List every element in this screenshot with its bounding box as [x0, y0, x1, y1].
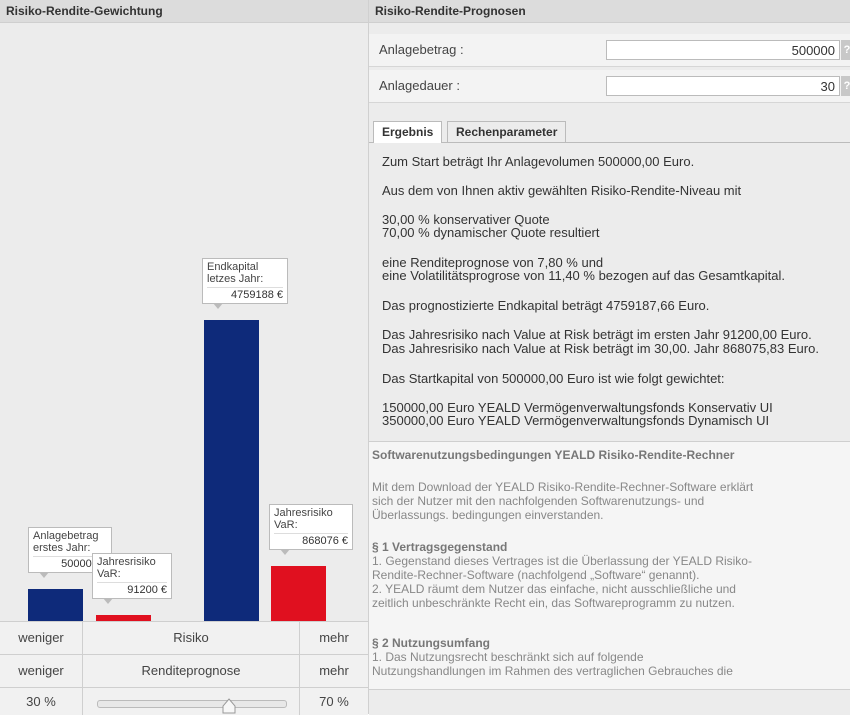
chart-bar	[28, 589, 83, 621]
result-line: Das Jahresrisiko nach Value at Risk betr…	[382, 327, 812, 342]
return-row: weniger Renditeprognose mehr	[0, 654, 368, 687]
terms-section-1-line: Rendite-Rechner-Software (nachfolgend „S…	[372, 568, 700, 582]
slider-thumb[interactable]	[222, 694, 236, 714]
chart-bar	[204, 320, 259, 621]
risk-label: Risiko	[83, 622, 300, 654]
duration-label: Anlagedauer :	[379, 78, 460, 93]
tooltip-label: VaR:	[274, 519, 298, 531]
return-label: Renditeprognose	[83, 655, 300, 687]
terms-section-1-line: zeitlich unbeschränkte Recht ein, das So…	[372, 596, 735, 610]
tooltip-label: Endkapital	[207, 261, 259, 273]
allocation-slider[interactable]	[83, 688, 300, 715]
result-line: Das prognostizierte Endkapital beträgt 4…	[382, 298, 710, 313]
tooltip-label: Jahresrisiko	[97, 556, 156, 568]
slider-dynamic-label: 70 %	[319, 694, 349, 709]
allocation-slider-row: 30 % 70 %	[0, 687, 368, 715]
risk-return-weighting-panel: Risiko-Rendite-Gewichtung Anlagebetrag er…	[0, 0, 369, 715]
duration-row: Anlagedauer : 30 ?	[369, 70, 850, 103]
slider-conservative-label: 30 %	[0, 688, 83, 715]
bar-value-tooltip: Endkapital letzes Jahr: 4759188 €	[202, 258, 288, 309]
result-line: Zum Start beträgt Ihr Anlagevolumen 5000…	[382, 154, 695, 169]
bar-value-tooltip: Jahresrisiko VaR: 868076 €	[269, 504, 353, 555]
terms-intro-line: Mit dem Download der YEALD Risiko-Rendit…	[372, 480, 754, 494]
result-line: 70,00 % dynamischer Quote resultiert	[382, 225, 600, 240]
tooltip-value: 4759188 €	[207, 287, 283, 301]
terms-section-1-line: 1. Gegenstand dieses Vertrages ist die Ü…	[372, 554, 752, 568]
right-panel-header: Risiko-Rendite-Prognosen	[369, 0, 850, 23]
tooltip-label: Anlagebetrag	[33, 530, 99, 542]
terms-title: Softwarenutzungsbedingungen YEALD Risiko…	[372, 448, 735, 462]
chart-bar	[271, 566, 326, 621]
duration-input[interactable]: 30	[606, 76, 840, 96]
terms-of-use-scrollbox[interactable]: Softwarenutzungsbedingungen YEALD Risiko…	[369, 441, 850, 690]
tooltip-label: Jahresrisiko	[274, 507, 333, 519]
amount-row: Anlagebetrag : 500000 ?	[369, 34, 850, 67]
terms-intro-line: Überlassungs. bedingungen einverstanden.	[372, 508, 604, 522]
risk-more-label: mehr	[319, 630, 349, 645]
risk-return-forecast-panel: Risiko-Rendite-Prognosen Anlagebetrag : …	[369, 0, 850, 715]
tab-parameters[interactable]: Rechenparameter	[447, 121, 567, 142]
left-panel-header: Risiko-Rendite-Gewichtung	[0, 0, 368, 23]
tooltip-label: letzes Jahr:	[207, 273, 264, 285]
terms-section-2-line: 1. Das Nutzungsrecht beschränkt sich auf…	[372, 650, 644, 664]
amount-label: Anlagebetrag :	[379, 42, 464, 57]
duration-help-icon[interactable]: ?	[841, 76, 850, 96]
tab-result[interactable]: Ergebnis	[373, 121, 443, 143]
amount-help-icon[interactable]: ?	[841, 40, 850, 60]
result-line: 350000,00 Euro YEALD Vermögenverwaltungs…	[382, 413, 770, 428]
terms-section-1-line: 2. YEALD räumt dem Nutzer das einfache, …	[372, 582, 736, 596]
terms-section-1-title: § 1 Vertragsgegenstand	[372, 540, 508, 554]
terms-section-2-line: Nutzungshandlungen im Rahmen des vertrag…	[372, 664, 733, 678]
terms-section-2-title: § 2 Nutzungsumfang	[372, 636, 491, 650]
result-line: Aus dem von Ihnen aktiv gewählten Risiko…	[382, 183, 742, 198]
tooltip-value: 91200 €	[97, 582, 167, 596]
result-line: Das Startkapital von 500000,00 Euro ist …	[382, 371, 725, 386]
result-bar-chart: Anlagebetrag erstes Jahr: 500000 € Jahresri…	[0, 23, 368, 621]
return-less-label: weniger	[0, 655, 83, 687]
result-text: Zum Start beträgt Ihr Anlagevolumen 5000…	[369, 143, 850, 438]
bottom-strip	[369, 689, 850, 715]
tooltip-value: 868076 €	[274, 533, 348, 547]
tooltip-label: VaR:	[97, 568, 121, 580]
risk-row: weniger Risiko mehr	[0, 621, 368, 654]
return-more-label: mehr	[319, 663, 349, 678]
terms-intro-line: sich der Nutzer mit den nachfolgenden So…	[372, 494, 705, 508]
slider-track[interactable]	[97, 700, 287, 708]
result-line: Das Jahresrisiko nach Value at Risk betr…	[382, 341, 819, 356]
amount-input[interactable]: 500000	[606, 40, 840, 60]
result-line: eine Volatilitätsprogrose von 11,40 % be…	[382, 268, 786, 283]
result-tabs: Ergebnis Rechenparameter	[369, 119, 850, 143]
risk-less-label: weniger	[0, 622, 83, 654]
bar-value-tooltip: Jahresrisiko VaR: 91200 €	[92, 553, 172, 604]
